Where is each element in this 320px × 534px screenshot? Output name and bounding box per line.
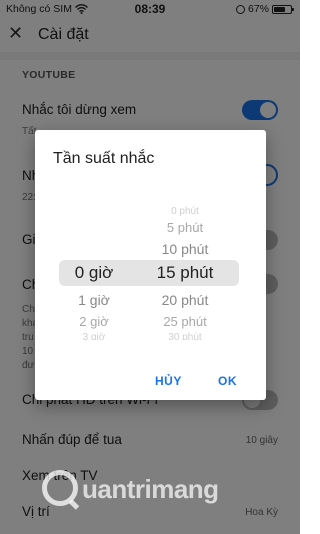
hour-option[interactable]: 0 giờ: [59, 263, 129, 283]
reminder-frequency-dialog: Tần suất nhắc 0 giờ 1 giờ 2 giờ 3 giờ 0 …: [35, 130, 266, 400]
ok-button[interactable]: OK: [218, 374, 237, 388]
minute-option[interactable]: 5 phút: [131, 220, 239, 235]
minute-option[interactable]: 25 phút: [131, 314, 239, 329]
minute-option[interactable]: 10 phút: [131, 241, 239, 257]
watermark-q-icon: [42, 470, 78, 506]
time-picker[interactable]: 0 giờ 1 giờ 2 giờ 3 giờ 0 phút 5 phút 10…: [59, 202, 239, 342]
watermark-logo: uantrimang: [42, 470, 262, 510]
cancel-button[interactable]: HỦY: [155, 374, 182, 388]
hour-option[interactable]: 2 giờ: [59, 314, 129, 329]
watermark-text: uantrimang: [82, 474, 219, 504]
minute-option[interactable]: 30 phút: [131, 332, 239, 340]
minute-option[interactable]: 0 phút: [131, 206, 239, 217]
minute-option[interactable]: 15 phút: [131, 263, 239, 283]
hour-option[interactable]: 1 giờ: [59, 292, 129, 308]
hour-option[interactable]: 3 giờ: [59, 332, 129, 340]
minute-option[interactable]: 20 phút: [131, 292, 239, 308]
dialog-title: Tần suất nhắc: [53, 150, 155, 167]
